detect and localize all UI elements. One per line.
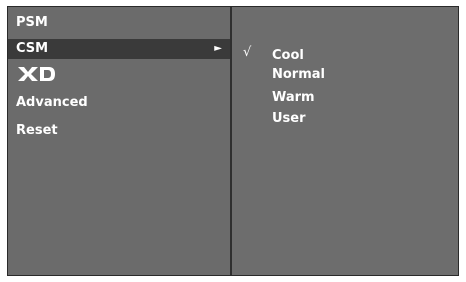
menu-item-label: Reset — [16, 123, 58, 138]
submenu-arrow-icon: ► — [214, 43, 222, 54]
submenu-item-label: Warm — [272, 90, 315, 105]
submenu-item-normal[interactable]: Normal — [272, 65, 325, 85]
menu-item-label: CSM — [16, 41, 49, 56]
menu-item-reset[interactable]: Reset — [8, 121, 230, 141]
submenu-item-user[interactable]: User — [272, 109, 306, 129]
submenu-item-cool[interactable]: Cool — [272, 46, 304, 66]
check-mark-icon: √ — [243, 45, 252, 60]
submenu-panel: √ Cool Normal Warm User — [232, 7, 458, 275]
submenu-item-warm[interactable]: Warm — [272, 88, 315, 108]
osd-menu-window: PSM CSM ► Advanced Reset √ Cool Normal W… — [7, 6, 459, 276]
menu-item-xd[interactable] — [8, 63, 230, 87]
main-menu-panel: PSM CSM ► Advanced Reset — [8, 7, 230, 275]
menu-item-label: PSM — [16, 15, 48, 30]
submenu-item-label: User — [272, 111, 306, 126]
submenu-item-label: Normal — [272, 67, 325, 82]
menu-item-psm[interactable]: PSM — [8, 13, 230, 33]
menu-item-csm[interactable]: CSM ► — [8, 39, 230, 59]
menu-item-advanced[interactable]: Advanced — [8, 93, 230, 113]
xd-logo-icon — [18, 67, 55, 81]
menu-item-label: Advanced — [16, 95, 88, 110]
submenu-item-label: Cool — [272, 48, 304, 63]
